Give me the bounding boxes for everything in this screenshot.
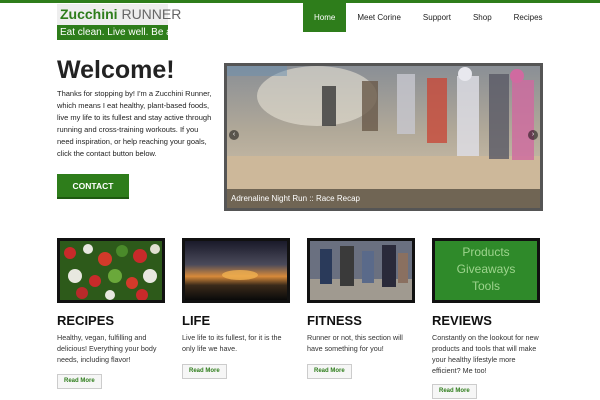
life-image[interactable] [182, 238, 290, 303]
nav-item-shop[interactable]: Shop [462, 3, 503, 32]
life-title: LIFE [182, 313, 211, 328]
life-text: Live life to its fullest, for it is the … [182, 333, 282, 353]
fitness-read-more-button[interactable]: Read More [307, 364, 352, 379]
slider-image [227, 66, 540, 208]
slider-prev-arrow[interactable]: ‹ [229, 130, 239, 140]
section-life: LIFE Live life to its fullest, for it is… [182, 238, 290, 354]
logo-tagline: Eat clean. Live well. Be active. [57, 25, 195, 40]
reviews-image[interactable]: Products Giveaways Tools [432, 238, 540, 303]
section-recipes: RECIPES Healthy, vegan, fulfilling and d… [57, 238, 165, 365]
contact-button[interactable]: CONTACT [57, 174, 129, 199]
reviews-title: REVIEWS [432, 313, 492, 328]
slider-caption[interactable]: Adrenaline Night Run :: Race Recap [227, 189, 540, 208]
nav-item-support[interactable]: Support [412, 3, 462, 32]
fitness-text: Runner or not, this section will have so… [307, 333, 403, 353]
section-reviews: Products Giveaways Tools REVIEWS Constan… [432, 238, 540, 376]
nav-item-recipes[interactable]: Recipes [503, 3, 554, 32]
fitness-image[interactable] [307, 238, 415, 303]
site-logo[interactable]: Zucchini RUNNER Eat clean. Live well. Be… [57, 4, 195, 40]
section-fitness: FITNESS Runner or not, this section will… [307, 238, 415, 354]
logo-name-part2: RUNNER [121, 6, 182, 22]
recipes-title: RECIPES [57, 313, 115, 328]
recipes-read-more-button[interactable]: Read More [57, 374, 102, 389]
life-read-more-button[interactable]: Read More [182, 364, 227, 379]
reviews-text: Constantly on the lookout for new produc… [432, 333, 539, 375]
recipes-text: Healthy, vegan, fulfilling and delicious… [57, 333, 157, 364]
hero-slider[interactable]: ‹ › Adrenaline Night Run :: Race Recap [224, 63, 543, 211]
welcome-title: Welcome! [57, 56, 175, 84]
slider-next-arrow[interactable]: › [528, 130, 538, 140]
recipes-image[interactable] [57, 238, 165, 303]
reviews-image-line2: Giveaways [456, 262, 516, 276]
nav-item-home[interactable]: Home [303, 3, 347, 32]
fitness-title: FITNESS [307, 313, 362, 328]
logo-name: Zucchini RUNNER [57, 4, 181, 25]
nav-item-meet-corine[interactable]: Meet Corine [346, 3, 412, 32]
main-nav: Home Meet Corine Support Shop Recipes [303, 3, 554, 32]
welcome-text: Thanks for stopping by! I'm a Zucchini R… [57, 89, 212, 158]
reviews-image-line1: Products [462, 245, 510, 259]
logo-name-part1: Zucchini [60, 6, 118, 22]
reviews-read-more-button[interactable]: Read More [432, 384, 477, 399]
reviews-image-line3: Tools [471, 279, 500, 293]
